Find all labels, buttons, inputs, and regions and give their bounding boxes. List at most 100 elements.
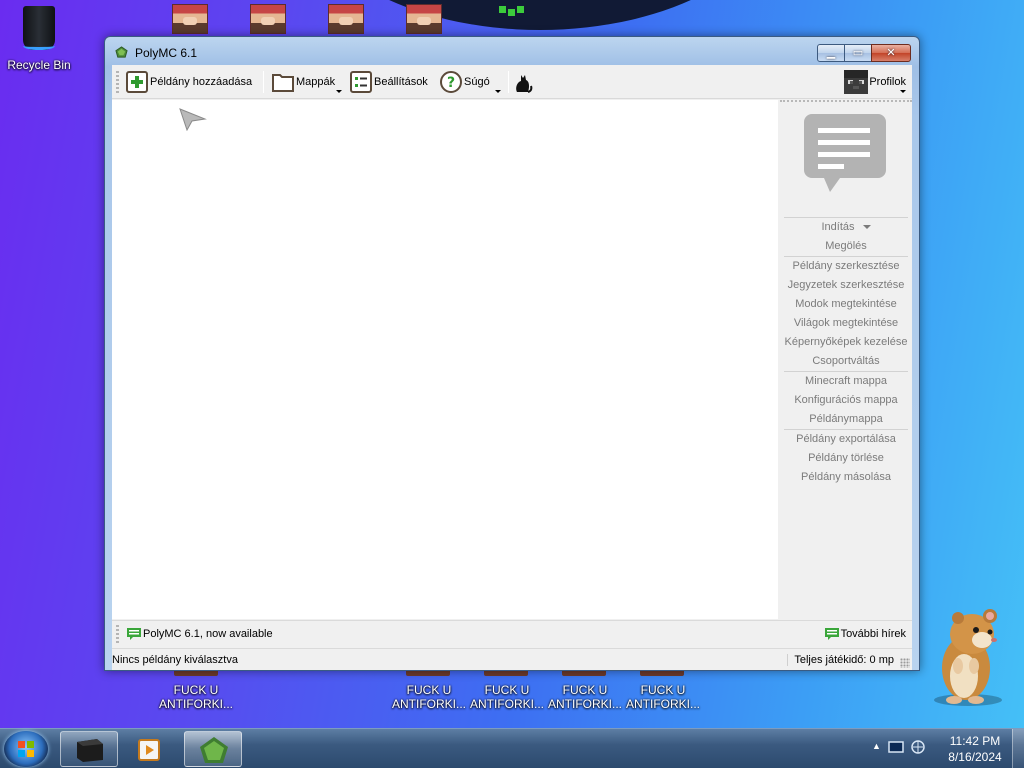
- toolbar-grip[interactable]: [116, 625, 119, 643]
- maximize-button[interactable]: ▭: [844, 44, 872, 62]
- folders-label: Mappák: [296, 76, 336, 88]
- close-icon: ✕: [886, 47, 896, 59]
- add-instance-icon: [126, 71, 148, 93]
- taskbar-clock[interactable]: 11:42 PM 8/16/2024: [944, 733, 1006, 765]
- caption-buttons: ▁ ▭ ✕: [817, 44, 911, 62]
- folders-button[interactable]: Mappák: [271, 69, 346, 95]
- desktop-shortcut-1[interactable]: FUCK U ANTIFORKI...: [155, 683, 237, 711]
- desktop-shortcut-mario-1[interactable]: [172, 4, 208, 34]
- title-bar[interactable]: PolyMC 6.1 ▁ ▭ ✕: [105, 37, 919, 65]
- instance-actions-sidebar: Indítás Megölés Példány szerkesztése Jeg…: [780, 100, 912, 619]
- action-launch[interactable]: Indítás: [780, 218, 912, 237]
- shortcut-label-line2: ANTIFORKI...: [547, 697, 622, 711]
- desktop-shortcut-mario-2[interactable]: [250, 4, 286, 34]
- status-bar: Nincs példány kiválasztva Teljes játékid…: [112, 648, 912, 670]
- taskbar: ▲ 11:42 PM 8/16/2024: [0, 728, 1024, 768]
- main-toolbar: Példány hozzáadása Mappák Beállítások ? …: [112, 65, 912, 99]
- desktop-wallpaper-arc: [300, 0, 780, 30]
- desktop-shortcut-mario-3[interactable]: [328, 4, 364, 34]
- polymc-window[interactable]: PolyMC 6.1 ▁ ▭ ✕ Példány hozzáadása Mapp…: [104, 36, 920, 671]
- maximize-icon: ▭: [852, 47, 864, 59]
- action-view-worlds[interactable]: Világok megtekintése: [780, 314, 912, 333]
- action-instance-folder[interactable]: Példánymappa: [780, 410, 912, 429]
- display-icon[interactable]: [888, 741, 904, 755]
- more-news-button[interactable]: További hírek: [824, 627, 906, 641]
- svg-text:?: ?: [447, 75, 455, 91]
- recycle-bin-label: Recycle Bin: [7, 58, 71, 72]
- action-copy-instance[interactable]: Példány másolása: [780, 468, 912, 487]
- actions-list: Indítás Megölés Példány szerkesztése Jeg…: [780, 217, 912, 487]
- settings-button[interactable]: Beállítások: [349, 69, 428, 95]
- folder-icon: [272, 74, 294, 92]
- action-minecraft-folder[interactable]: Minecraft mappa: [780, 372, 912, 391]
- desktop-shortcut-5[interactable]: FUCK U ANTIFORKI...: [622, 683, 704, 711]
- help-icon: ?: [440, 71, 462, 93]
- action-kill[interactable]: Megölés: [780, 237, 912, 256]
- shortcut-label-line1: FUCK U: [406, 683, 452, 697]
- show-desktop-button[interactable]: [1012, 729, 1024, 768]
- polymc-logo-icon: [115, 46, 128, 58]
- shortcut-label-line1: FUCK U: [562, 683, 608, 697]
- shortcut-label-line1: FUCK U: [484, 683, 530, 697]
- profiles-label: Profilok: [869, 76, 906, 88]
- cat-button[interactable]: [511, 69, 536, 95]
- wallpaper-green-mark: [499, 6, 525, 16]
- hamster-gadget-icon[interactable]: [928, 604, 1008, 708]
- news-bubble-icon: [804, 114, 886, 192]
- instance-list-area[interactable]: [112, 100, 778, 619]
- add-instance-label: Példány hozzáadása: [150, 76, 253, 88]
- profiles-button[interactable]: Profilok: [844, 69, 906, 95]
- shortcut-label-line1: FUCK U: [640, 683, 686, 697]
- desktop-shortcut-2[interactable]: FUCK U ANTIFORKI...: [388, 683, 470, 711]
- action-config-folder[interactable]: Konfigurációs mappa: [780, 391, 912, 410]
- add-instance-button[interactable]: Példány hozzáadása: [125, 69, 252, 95]
- windows-logo-icon: [18, 741, 34, 757]
- taskbar-app-media-player[interactable]: [122, 731, 180, 767]
- action-change-group[interactable]: Csoportváltás: [780, 352, 912, 371]
- chat-icon: [824, 628, 839, 640]
- shortcut-label-line2: ANTIFORKI...: [625, 697, 700, 711]
- action-export-instance[interactable]: Példány exportálása: [780, 430, 912, 449]
- toolbar-separator: [263, 71, 264, 93]
- action-manage-screenshots[interactable]: Képernyőképek kezelése: [780, 333, 912, 352]
- action-edit-notes[interactable]: Jegyzetek szerkesztése: [780, 276, 912, 295]
- chat-icon: [127, 628, 141, 640]
- start-button[interactable]: [4, 731, 48, 767]
- action-view-mods[interactable]: Modok megtekintése: [780, 295, 912, 314]
- desktop-shortcut-mario-4[interactable]: [406, 4, 442, 34]
- taskbar-app-terminal[interactable]: [60, 731, 118, 767]
- settings-label: Beállítások: [374, 76, 428, 88]
- chevron-down-icon: [900, 90, 906, 93]
- toolbar-grip[interactable]: [116, 71, 119, 93]
- network-icon[interactable]: [910, 739, 926, 755]
- close-button[interactable]: ✕: [871, 44, 911, 62]
- desktop-shortcut-4[interactable]: FUCK U ANTIFORKI...: [544, 683, 626, 711]
- more-news-label: További hírek: [840, 628, 906, 640]
- chevron-down-icon: [336, 90, 342, 93]
- shortcut-label-line2: ANTIFORKI...: [158, 697, 233, 711]
- cursor-arrow-icon: [179, 108, 207, 131]
- desktop-shortcut-3[interactable]: FUCK U ANTIFORKI...: [466, 683, 548, 711]
- chevron-up-icon[interactable]: ▲: [872, 741, 881, 751]
- clock-date: 8/16/2024: [948, 750, 1002, 764]
- news-toolbar: PolyMC 6.1, now available További hírek: [112, 620, 912, 648]
- chevron-down-icon: [495, 90, 501, 93]
- action-delete-instance[interactable]: Példány törlése: [780, 449, 912, 468]
- cat-icon: [516, 75, 533, 93]
- shortcut-label-line2: ANTIFORKI...: [469, 697, 544, 711]
- news-headline-button[interactable]: PolyMC 6.1, now available: [126, 627, 273, 641]
- polymc-logo-icon: [200, 737, 228, 763]
- clock-time: 11:42 PM: [949, 734, 1001, 748]
- help-label: Súgó: [464, 76, 490, 88]
- resize-grip[interactable]: [900, 658, 910, 668]
- playtime-status: Teljes játékidő: 0 mp: [787, 654, 894, 666]
- media-player-icon: [138, 739, 160, 761]
- minimize-button[interactable]: ▁: [817, 44, 845, 62]
- recycle-bin-icon: [18, 6, 60, 52]
- taskbar-app-polymc[interactable]: [184, 731, 242, 767]
- action-edit-instance[interactable]: Példány szerkesztése: [780, 257, 912, 276]
- steve-avatar-icon: [844, 70, 869, 94]
- shortcut-label-line2: ANTIFORKI...: [391, 697, 466, 711]
- minimize-icon: ▁: [826, 47, 836, 59]
- help-button[interactable]: ? Súgó: [439, 69, 505, 95]
